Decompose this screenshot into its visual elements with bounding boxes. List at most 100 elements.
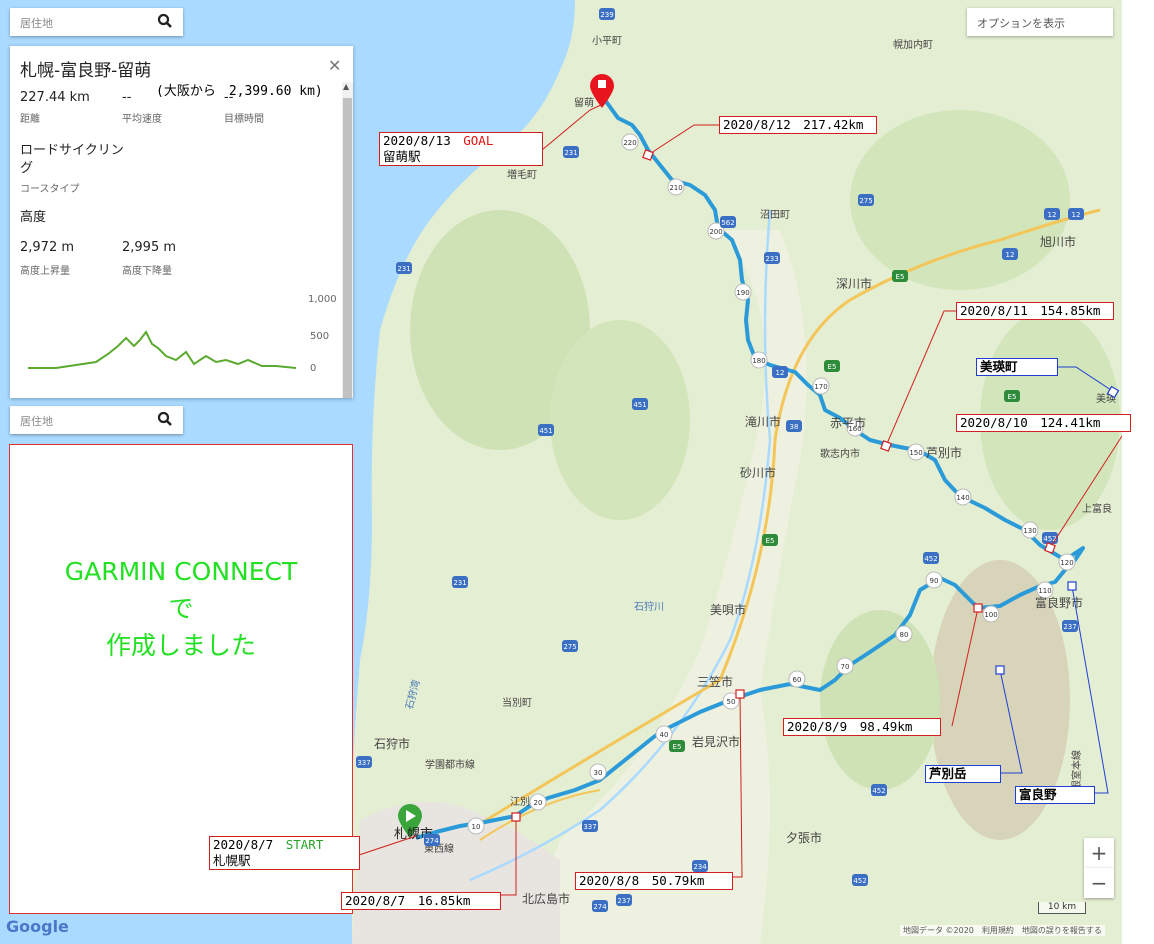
highway-shield-label: 233 xyxy=(765,255,778,263)
map-label: 江別 xyxy=(510,796,530,808)
km-marker-label: 200 xyxy=(709,228,722,236)
map-label: 北広島市 xyxy=(522,891,570,906)
show-options-button[interactable]: オプションを表示 xyxy=(967,8,1113,36)
map-scale: 10 km xyxy=(1038,902,1086,914)
km-marker-label: 150 xyxy=(909,449,922,457)
map-label: 学園都市線 xyxy=(425,758,475,771)
course-info-panel: 札幌-富良野-留萌 ✕ (大阪から 2,399.60 km) 227.44 km… xyxy=(10,46,353,398)
km-marker-label: 50 xyxy=(727,698,736,706)
avg-speed-label: 平均速度 xyxy=(122,114,162,125)
start-callout: 2020/8/7 START 札幌駅 xyxy=(209,836,360,870)
map-label: 石狩川 xyxy=(634,600,664,613)
highway-shield-label: 452 xyxy=(853,877,866,885)
osaka-distance-note: (大阪から 2,399.60 km) xyxy=(156,84,323,99)
callout-0808: 2020/8/8 50.79km xyxy=(575,872,733,890)
highway-shield-label: 234 xyxy=(693,863,707,871)
search-input-2[interactable]: 居住地 xyxy=(10,406,183,434)
km-marker-label: 170 xyxy=(814,383,827,391)
close-icon[interactable]: ✕ xyxy=(328,56,341,75)
course-title: 札幌-富良野-留萌 xyxy=(20,61,152,81)
map-label: 夕張市 xyxy=(786,830,822,845)
highway-shield-label: 275 xyxy=(563,643,576,651)
highway-shield-label: 12 xyxy=(1072,211,1081,219)
km-marker-label: 10 xyxy=(472,823,481,831)
distance-value: 227.44 km xyxy=(20,90,90,105)
highway-shield-label: 337 xyxy=(357,759,370,767)
callout-ashibetsu: 芦別岳 xyxy=(925,765,1001,783)
goal-tag: GOAL xyxy=(463,133,494,148)
highway-shield-label: 274 xyxy=(425,837,439,845)
highway-shield-label: 452 xyxy=(872,787,885,795)
highway-shield-label: 239 xyxy=(600,11,613,19)
highway-shield-label: 451 xyxy=(633,401,646,409)
panel-scroll-thumb[interactable] xyxy=(343,98,352,398)
highway-shield-label: 231 xyxy=(397,265,410,273)
highway-shield-label: 237 xyxy=(1063,623,1076,631)
course-type-value: ロードサイクリング xyxy=(20,143,124,176)
map-label: 小平町 xyxy=(592,35,622,47)
callout-0810: 2020/8/10 124.41km xyxy=(956,414,1131,432)
goal-station: 留萌駅 xyxy=(383,149,421,164)
search-placeholder: 居住地 xyxy=(20,17,53,30)
highway-shield-label: 451 xyxy=(539,427,552,435)
avg-speed-value: -- xyxy=(122,90,132,105)
highway-shield-label: 337 xyxy=(583,823,596,831)
map-label: 歌志内市 xyxy=(820,447,860,460)
highway-shield-label: 231 xyxy=(564,149,577,157)
map-attribution[interactable]: 地図データ ©2020 利用規約 地図の誤りを報告する xyxy=(900,925,1105,936)
callout-0812: 2020/8/12 217.42km xyxy=(719,116,877,134)
km-marker-label: 140 xyxy=(956,494,969,502)
elevation-profile xyxy=(28,330,297,369)
map-label: 石狩市 xyxy=(374,736,410,751)
elevation-heading: 高度 xyxy=(20,210,47,225)
target-time-label: 目標時間 xyxy=(224,114,264,125)
goal-callout: 2020/8/13 GOAL 留萌駅 xyxy=(379,132,543,166)
highway-shield-label: E5 xyxy=(1008,393,1017,401)
map-label: 幌加内町 xyxy=(893,38,933,51)
highway-shield-label: 274 xyxy=(593,903,607,911)
zoom-in-button[interactable]: + xyxy=(1084,838,1114,868)
highway-shield-label: E5 xyxy=(828,363,837,371)
start-station: 札幌駅 xyxy=(213,853,251,868)
elev-tick-0: 0 xyxy=(310,363,317,374)
highway-shield-label: E5 xyxy=(896,273,905,281)
search-placeholder-2: 居住地 xyxy=(20,415,53,428)
map-label: 岩見沢市 xyxy=(692,734,740,749)
map-label: 三笠市 xyxy=(697,674,733,689)
map-label: 深川市 xyxy=(836,276,872,291)
garmin-note-line: で xyxy=(168,594,194,623)
km-marker-label: 100 xyxy=(984,611,997,619)
search-icon[interactable] xyxy=(157,411,173,427)
highway-shield-label: 231 xyxy=(453,579,466,587)
descent-value: 2,995 m xyxy=(122,240,177,255)
callout-0811: 2020/8/11 154.85km xyxy=(956,302,1114,320)
map-label: 留萌 xyxy=(574,96,594,109)
map-label: 砂川市 xyxy=(740,465,776,480)
zoom-out-button[interactable]: − xyxy=(1084,868,1114,898)
garmin-note-line: 作成しました xyxy=(105,631,256,660)
km-marker-label: 40 xyxy=(660,731,669,739)
target-time-value: -- xyxy=(224,90,234,105)
km-marker-label: 70 xyxy=(841,663,850,671)
km-marker-label: 110 xyxy=(1038,587,1051,595)
scroll-up-icon[interactable]: ▲ xyxy=(343,82,349,91)
map-label: 滝川市 xyxy=(745,414,781,429)
start-date: 2020/8/7 xyxy=(213,837,274,852)
highway-shield-label: 38 xyxy=(790,423,799,431)
start-tag: START xyxy=(285,837,324,852)
callout-0809: 2020/8/9 98.49km xyxy=(783,718,941,736)
map-label: 旭川市 xyxy=(1040,234,1076,249)
km-marker-label: 220 xyxy=(623,139,636,147)
km-marker-label: 180 xyxy=(752,357,765,365)
highway-shield-label: 275 xyxy=(859,197,872,205)
map-label: 美唄市 xyxy=(710,602,746,617)
highway-shield-label: 12 xyxy=(776,369,785,377)
search-icon[interactable] xyxy=(157,13,173,29)
course-type-label: コースタイプ xyxy=(20,184,80,195)
search-input[interactable]: 居住地 xyxy=(10,8,183,36)
km-marker-label: 30 xyxy=(594,769,603,777)
garmin-note-line: GARMIN CONNECT xyxy=(64,557,298,586)
map-label: 根室本線 xyxy=(1070,750,1083,790)
callout-0807: 2020/8/7 16.85km xyxy=(341,892,501,910)
ascent-label: 高度上昇量 xyxy=(20,266,70,277)
